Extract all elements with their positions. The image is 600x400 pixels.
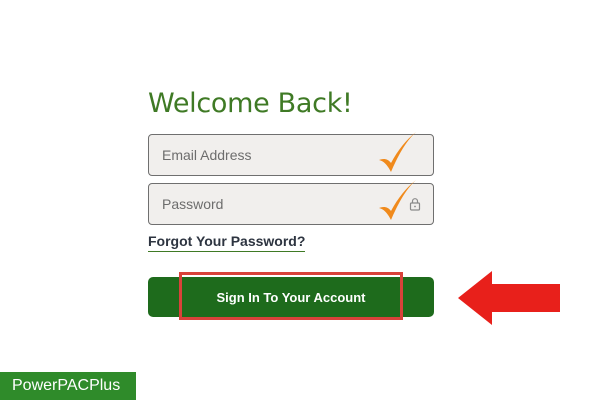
sign-in-button[interactable]: Sign In To Your Account — [148, 277, 434, 317]
brand-badge: PowerPACPlus — [0, 372, 136, 400]
forgot-password-link[interactable]: Forgot Your Password? — [148, 233, 306, 252]
email-checkmark-icon — [379, 132, 416, 172]
left-arrow-icon — [458, 271, 560, 325]
password-checkmark-icon — [379, 180, 416, 220]
page-title: Welcome Back! — [148, 88, 353, 119]
